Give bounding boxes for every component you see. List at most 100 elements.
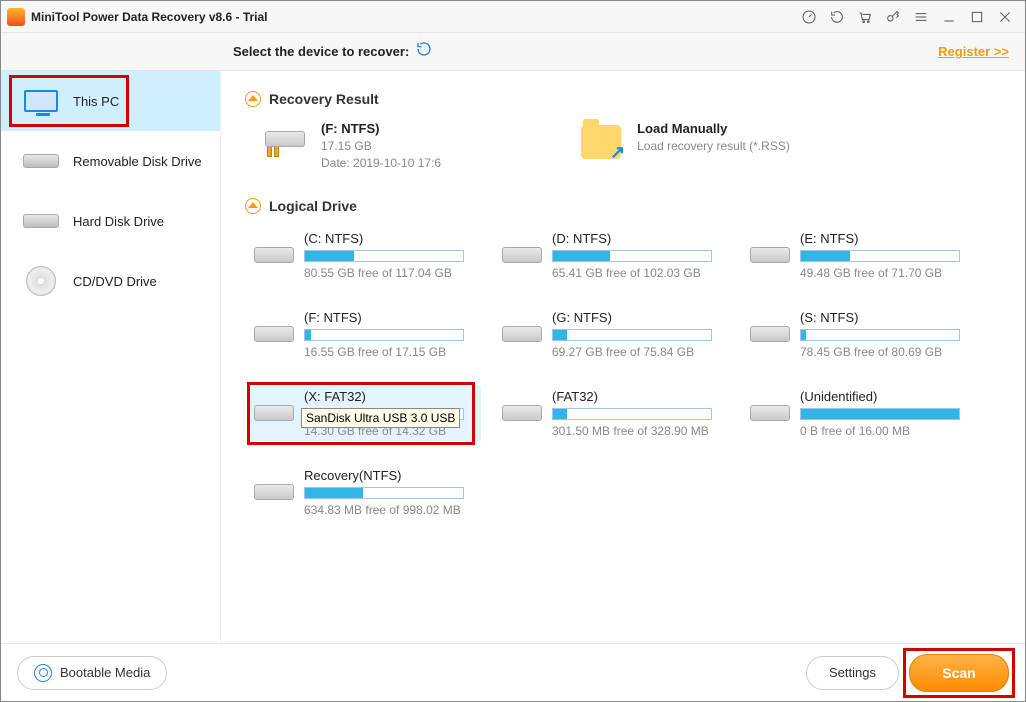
recovery-name: (F: NTFS): [321, 121, 441, 136]
window-title: MiniTool Power Data Recovery v8.6 - Tria…: [31, 10, 268, 24]
usage-bar: [552, 250, 712, 262]
drive-name: (D: NTFS): [552, 231, 726, 246]
section-title: Logical Drive: [269, 198, 357, 214]
drive-icon: [502, 247, 542, 263]
drive-icon: [750, 247, 790, 263]
minimize-icon[interactable]: [935, 3, 963, 31]
drive-card[interactable]: (D: NTFS) 65.41 GB free of 102.03 GB: [499, 228, 729, 283]
recovery-size: 17.15 GB: [321, 139, 441, 153]
drive-card[interactable]: (G: NTFS) 69.27 GB free of 75.84 GB: [499, 307, 729, 362]
scan-button[interactable]: Scan: [909, 654, 1009, 692]
drive-name: (FAT32): [552, 389, 726, 404]
drive-card[interactable]: (C: NTFS) 80.55 GB free of 117.04 GB: [251, 228, 481, 283]
usage-bar: [800, 250, 960, 262]
drive-name: (G: NTFS): [552, 310, 726, 325]
hdd-icon: [23, 214, 59, 228]
settings-button[interactable]: Settings: [806, 656, 899, 690]
maximize-icon[interactable]: [963, 3, 991, 31]
drive-name: (E: NTFS): [800, 231, 974, 246]
drive-card[interactable]: Recovery(NTFS) 634.83 MB free of 998.02 M…: [251, 465, 481, 520]
drive-name: (Unidentified): [800, 389, 974, 404]
app-window: MiniTool Power Data Recovery v8.6 - Tria…: [0, 0, 1026, 702]
drive-icon: [750, 405, 790, 421]
sidebar-item-this-pc[interactable]: This PC: [1, 71, 220, 131]
drive-card[interactable]: (X: FAT32)14.30 GB free of 14.32 GBSanDi…: [251, 386, 481, 441]
drive-card[interactable]: (FAT32) 301.50 MB free of 328.90 MB: [499, 386, 729, 441]
bootable-media-button[interactable]: Bootable Media: [17, 656, 167, 690]
update-icon[interactable]: [823, 3, 851, 31]
refresh-icon[interactable]: [415, 40, 433, 63]
load-manually-desc: Load recovery result (*.RSS): [637, 139, 790, 153]
footer: Bootable Media Settings Scan: [1, 643, 1025, 701]
drive-name: (S: NTFS): [800, 310, 974, 325]
drive-free: 634.83 MB free of 998.02 MB: [304, 503, 478, 517]
recovery-result-item[interactable]: (F: NTFS) 17.15 GB Date: 2019-10-10 17:6: [265, 121, 441, 170]
titlebar: MiniTool Power Data Recovery v8.6 - Tria…: [1, 1, 1025, 33]
drive-card[interactable]: (Unidentified) 0 B free of 16.00 MB: [747, 386, 977, 441]
key-icon[interactable]: [879, 3, 907, 31]
sidebar-item-label: Removable Disk Drive: [73, 154, 202, 169]
cd-icon: [26, 266, 56, 296]
usage-bar: [304, 487, 464, 499]
section-logical-drive[interactable]: Logical Drive: [245, 198, 1001, 214]
drive-card[interactable]: (F: NTFS)16.55 GB free of 17.15 GB: [251, 307, 481, 362]
menu-icon[interactable]: [907, 3, 935, 31]
drive-grid: (C: NTFS) 80.55 GB free of 117.04 GB (D: N…: [251, 228, 1001, 520]
sidebar-item-label: Hard Disk Drive: [73, 214, 164, 229]
main-panel: Recovery Result (F: NTFS) 17.15 GB Date:…: [221, 71, 1025, 643]
collapse-icon: [245, 198, 261, 214]
close-icon[interactable]: [991, 3, 1019, 31]
removable-icon: [23, 154, 59, 168]
gauge-icon[interactable]: [795, 3, 823, 31]
usage-bar: [552, 408, 712, 420]
drive-icon: [750, 326, 790, 342]
usage-bar: [304, 329, 464, 341]
usage-bar: [800, 408, 960, 420]
drive-free: 301.50 MB free of 328.90 MB: [552, 424, 726, 438]
cart-icon[interactable]: [851, 3, 879, 31]
sidebar: This PC Removable Disk Drive Hard Disk D…: [1, 71, 221, 643]
app-icon: [7, 8, 25, 26]
usage-bar: [800, 329, 960, 341]
load-manually-title: Load Manually: [637, 121, 790, 136]
top-strip: Select the device to recover: Register >…: [1, 33, 1025, 71]
drive-free: 49.48 GB free of 71.70 GB: [800, 266, 974, 280]
drive-icon: [254, 484, 294, 500]
drive-free: 78.45 GB free of 80.69 GB: [800, 345, 974, 359]
drive-free: 0 B free of 16.00 MB: [800, 424, 974, 438]
drive-free: 80.55 GB free of 117.04 GB: [304, 266, 478, 280]
bootable-label: Bootable Media: [60, 665, 150, 680]
load-manually-item[interactable]: Load Manually Load recovery result (*.RS…: [581, 121, 790, 170]
sidebar-item-cd-dvd[interactable]: CD/DVD Drive: [1, 251, 220, 311]
usage-bar: [304, 250, 464, 262]
drive-icon: [254, 326, 294, 342]
drive-card[interactable]: (S: NTFS) 78.45 GB free of 80.69 GB: [747, 307, 977, 362]
drive-icon: [502, 405, 542, 421]
drive-icon: [254, 247, 294, 263]
drive-name: (X: FAT32): [304, 389, 478, 404]
drive-free: 16.55 GB free of 17.15 GB: [304, 345, 478, 359]
drive-name: Recovery(NTFS): [304, 468, 478, 483]
sidebar-item-removable[interactable]: Removable Disk Drive: [1, 131, 220, 191]
drive-card[interactable]: (E: NTFS) 49.48 GB free of 71.70 GB: [747, 228, 977, 283]
drive-icon: [254, 405, 294, 421]
usage-bar: [552, 329, 712, 341]
drive-free: 65.41 GB free of 102.03 GB: [552, 266, 726, 280]
collapse-icon: [245, 91, 261, 107]
sidebar-item-label: CD/DVD Drive: [73, 274, 157, 289]
drive-name: (C: NTFS): [304, 231, 478, 246]
drive-icon: [265, 131, 305, 147]
drive-free: 69.27 GB free of 75.84 GB: [552, 345, 726, 359]
recovery-date: Date: 2019-10-10 17:6: [321, 156, 441, 170]
folder-icon: [581, 125, 621, 159]
drive-tooltip: SanDisk Ultra USB 3.0 USB: [301, 408, 460, 428]
drive-icon: [502, 326, 542, 342]
monitor-icon: [24, 90, 58, 112]
section-title: Recovery Result: [269, 91, 379, 107]
select-device-label: Select the device to recover:: [233, 44, 409, 59]
disc-icon: [34, 664, 52, 682]
register-link[interactable]: Register >>: [938, 44, 1009, 59]
section-recovery-result[interactable]: Recovery Result: [245, 91, 1001, 107]
sidebar-item-hard-disk[interactable]: Hard Disk Drive: [1, 191, 220, 251]
sidebar-item-label: This PC: [73, 94, 119, 109]
